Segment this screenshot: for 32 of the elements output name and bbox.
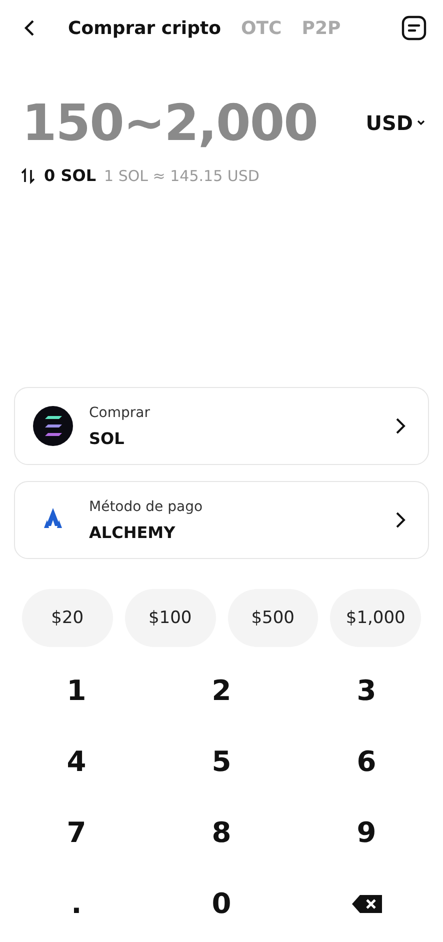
keypad-key[interactable]: 6 [294,726,439,797]
preset-amount[interactable]: $20 [22,589,113,647]
exchange-rate: 1 SOL ≈ 145.15 USD [104,166,260,184]
keypad-key[interactable]: 5 [149,726,294,797]
preset-amount[interactable]: $100 [124,589,216,647]
currency-selector[interactable]: USD [366,111,425,135]
converted-amount: 0 SOL [44,166,96,185]
selector-card[interactable]: Método de pago ALCHEMY [14,481,429,559]
selector-card[interactable]: Comprar SOL [14,387,429,465]
caret-icon [417,120,425,126]
card-label: Comprar [89,404,151,420]
keypad-key[interactable]: 1 [4,655,149,726]
card-value: ALCHEMY [89,522,176,542]
keypad-key[interactable]: 8 [149,797,294,868]
keypad-key[interactable]: 0 [149,868,294,939]
orders-icon[interactable] [401,15,427,41]
keypad-key[interactable]: 7 [4,797,149,868]
preset-amount[interactable]: $500 [228,589,318,647]
keypad-key[interactable]: 9 [294,797,439,868]
tab[interactable]: Comprar cripto [68,18,221,38]
keypad-key[interactable]: 2 [149,655,294,726]
coin-icon [33,406,73,446]
keypad-key[interactable]: 4 [4,726,149,797]
backspace-icon[interactable] [350,894,382,914]
card-value: SOL [89,428,126,448]
keypad-key[interactable]: 3 [294,655,439,726]
card-label: Método de pago [89,498,204,514]
preset-amount[interactable]: $1,000 [330,589,421,647]
swap-icon[interactable] [20,168,36,184]
keypad-key[interactable]: . [4,868,149,939]
chevron-icon [394,417,408,435]
chevron-icon [394,511,408,529]
